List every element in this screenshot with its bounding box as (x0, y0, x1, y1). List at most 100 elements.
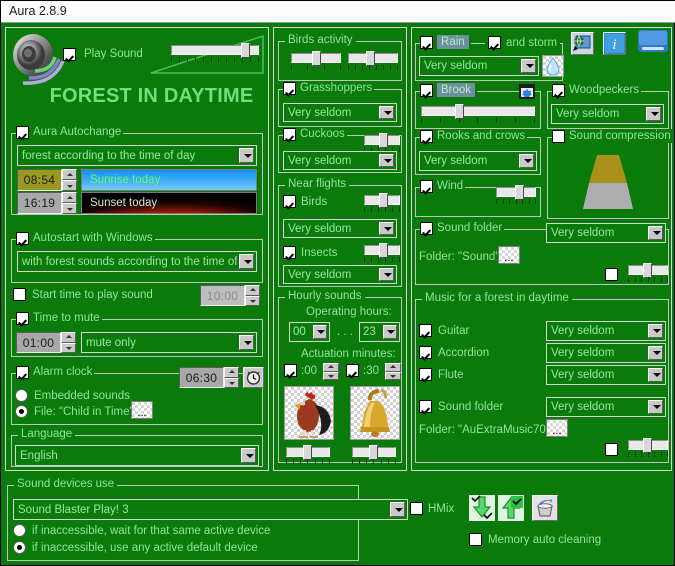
music-folder-browse-button[interactable]: ... (546, 419, 568, 437)
alarm-clock-icon[interactable] (243, 367, 264, 388)
slider-thumb[interactable] (366, 51, 376, 66)
aura-autochange-checkbox[interactable] (16, 125, 29, 139)
sound-compression-caption[interactable]: Sound compression (552, 129, 673, 143)
and-storm-checkbox[interactable] (488, 36, 501, 49)
autochange-mode-combo[interactable]: forest according to the time of day (17, 145, 257, 166)
flute-checkbox[interactable] (419, 368, 432, 381)
slider-thumb[interactable] (311, 51, 321, 66)
mute-time-spinner[interactable]: 01:00 (16, 332, 78, 353)
chevron-down-icon[interactable] (648, 368, 663, 382)
and-storm-row[interactable]: and storm (485, 36, 561, 49)
wind-caption[interactable]: Wind (420, 179, 466, 193)
wind-checkbox[interactable] (420, 179, 433, 193)
alarm-clock-caption[interactable]: Alarm clock (16, 365, 95, 379)
rain-checkbox[interactable] (420, 35, 433, 49)
autostart-caption[interactable]: Autostart with Windows (16, 231, 155, 245)
alarm-file-radio[interactable] (15, 405, 28, 418)
rain-caption[interactable]: Rain (420, 35, 471, 49)
woodpeckers-combo[interactable]: Very seldom (551, 104, 664, 124)
slider-thumb[interactable] (302, 445, 312, 460)
language-combo[interactable]: English (15, 445, 259, 466)
autostart-checkbox[interactable] (16, 231, 29, 245)
sunrise-spinner-buttons[interactable] (62, 169, 77, 191)
alarm-time-spinner[interactable]: 06:30 (179, 367, 241, 388)
alarm-file-radio-row[interactable]: File: "Child in Time" (15, 405, 134, 418)
sound-folder-checkbox[interactable] (420, 221, 433, 235)
brook-caption[interactable]: Brook (420, 83, 478, 97)
minute-30-row[interactable]: :30 (346, 364, 379, 377)
minute-00-spinner[interactable] (323, 363, 339, 380)
rooks-combo[interactable]: Very seldom (419, 151, 537, 171)
sunset-spinner-buttons[interactable] (62, 192, 77, 214)
hmix-row[interactable]: HMix (410, 502, 454, 515)
alarm-clock-checkbox[interactable] (16, 365, 29, 379)
globe-settings-icon[interactable] (571, 32, 594, 55)
near-flights-birds-checkbox[interactable] (283, 195, 296, 208)
clean-memory-icon[interactable] (532, 495, 558, 521)
accordion-combo[interactable]: Very seldom (546, 343, 666, 363)
info-icon[interactable]: i (603, 32, 626, 55)
chevron-down-icon[interactable] (379, 154, 394, 167)
device-wait-radio-row[interactable]: if inaccessible, wait for that same acti… (13, 524, 270, 537)
alarm-time-value[interactable]: 06:30 (179, 367, 224, 388)
chevron-down-icon[interactable] (379, 106, 394, 119)
cuckoos-caption[interactable]: Cuckoos (283, 127, 347, 141)
minute-00-row[interactable]: :00 (284, 364, 317, 377)
chevron-down-icon[interactable] (390, 502, 405, 517)
rain-combo[interactable]: Very seldom (419, 56, 539, 76)
slider-thumb[interactable] (378, 133, 388, 148)
accordion-checkbox[interactable] (419, 346, 432, 359)
time-to-mute-caption[interactable]: Time to mute (16, 311, 102, 325)
mute-spinner-buttons[interactable] (61, 332, 76, 353)
sunset-time-spinner[interactable]: 16:19 (17, 192, 79, 214)
chevron-down-icon[interactable] (648, 346, 663, 360)
mute-mode-combo[interactable]: mute only (81, 332, 257, 353)
mute-time-value[interactable]: 01:00 (16, 332, 61, 353)
device-wait-radio[interactable] (13, 524, 26, 537)
music-sound-folder-checkbox[interactable] (419, 400, 432, 413)
guitar-combo[interactable]: Very seldom (546, 321, 666, 341)
grasshoppers-checkbox[interactable] (283, 81, 296, 95)
chevron-down-icon[interactable] (648, 400, 663, 414)
near-flights-birds-combo[interactable]: Very seldom (283, 219, 397, 238)
slider-thumb[interactable] (642, 263, 652, 278)
minimize-tray-icon[interactable] (638, 30, 668, 56)
chevron-down-icon[interactable] (241, 448, 256, 463)
aura-autochange-caption[interactable]: Aura Autochange (16, 125, 124, 139)
play-sound-checkbox[interactable] (63, 47, 76, 61)
music-extra-checkbox[interactable] (605, 443, 618, 457)
alarm-embedded-radio-row[interactable]: Embedded sounds (15, 389, 130, 402)
rooster-image[interactable] (284, 386, 334, 440)
device-default-radio-row[interactable]: if inaccessible, use any active default … (13, 541, 258, 554)
woodpeckers-checkbox[interactable] (552, 83, 565, 97)
sunrise-time-value[interactable]: 08:54 (17, 169, 62, 191)
sound-compression-checkbox[interactable] (552, 129, 565, 143)
sound-folder-caption[interactable]: Sound folder (420, 221, 505, 235)
sound-folder-combo[interactable]: Very seldom (546, 223, 666, 243)
music-extra-checkbox-wrap[interactable] (605, 441, 618, 459)
play-sound-row[interactable]: Play Sound (63, 47, 146, 61)
music-row-accordion[interactable]: Accordion (419, 346, 489, 359)
import-preset-icon[interactable] (469, 495, 495, 521)
chevron-down-icon[interactable] (648, 226, 663, 240)
time-to-mute-checkbox[interactable] (16, 311, 29, 325)
sound-device-combo[interactable]: Sound Blaster Play! 3 (13, 499, 408, 520)
rooks-checkbox[interactable] (420, 129, 433, 143)
music-row-guitar[interactable]: Guitar (419, 324, 469, 337)
slider-thumb[interactable] (642, 438, 652, 453)
minute-00-checkbox[interactable] (284, 364, 297, 377)
cuckoos-checkbox[interactable] (283, 127, 296, 141)
minute-30-spin-buttons[interactable] (385, 363, 401, 380)
water-drop-icon[interactable] (542, 55, 564, 77)
sunrise-time-spinner[interactable]: 08:54 (17, 169, 79, 191)
rooks-caption[interactable]: Rooks and crows (420, 129, 528, 143)
near-flights-insects-row[interactable]: Insects (283, 246, 337, 259)
device-default-radio[interactable] (13, 541, 26, 554)
start-time-row[interactable]: Start time to play sound (13, 288, 153, 301)
grasshoppers-caption[interactable]: Grasshoppers (283, 81, 375, 95)
cuckoos-combo[interactable]: Very seldom (283, 151, 397, 170)
sound-folder-extra-checkbox-wrap[interactable] (605, 266, 618, 284)
music-sound-folder-combo[interactable]: Very seldom (546, 397, 666, 417)
brook-checkbox[interactable] (420, 83, 433, 97)
memory-auto-cleaning-checkbox[interactable] (469, 533, 482, 546)
